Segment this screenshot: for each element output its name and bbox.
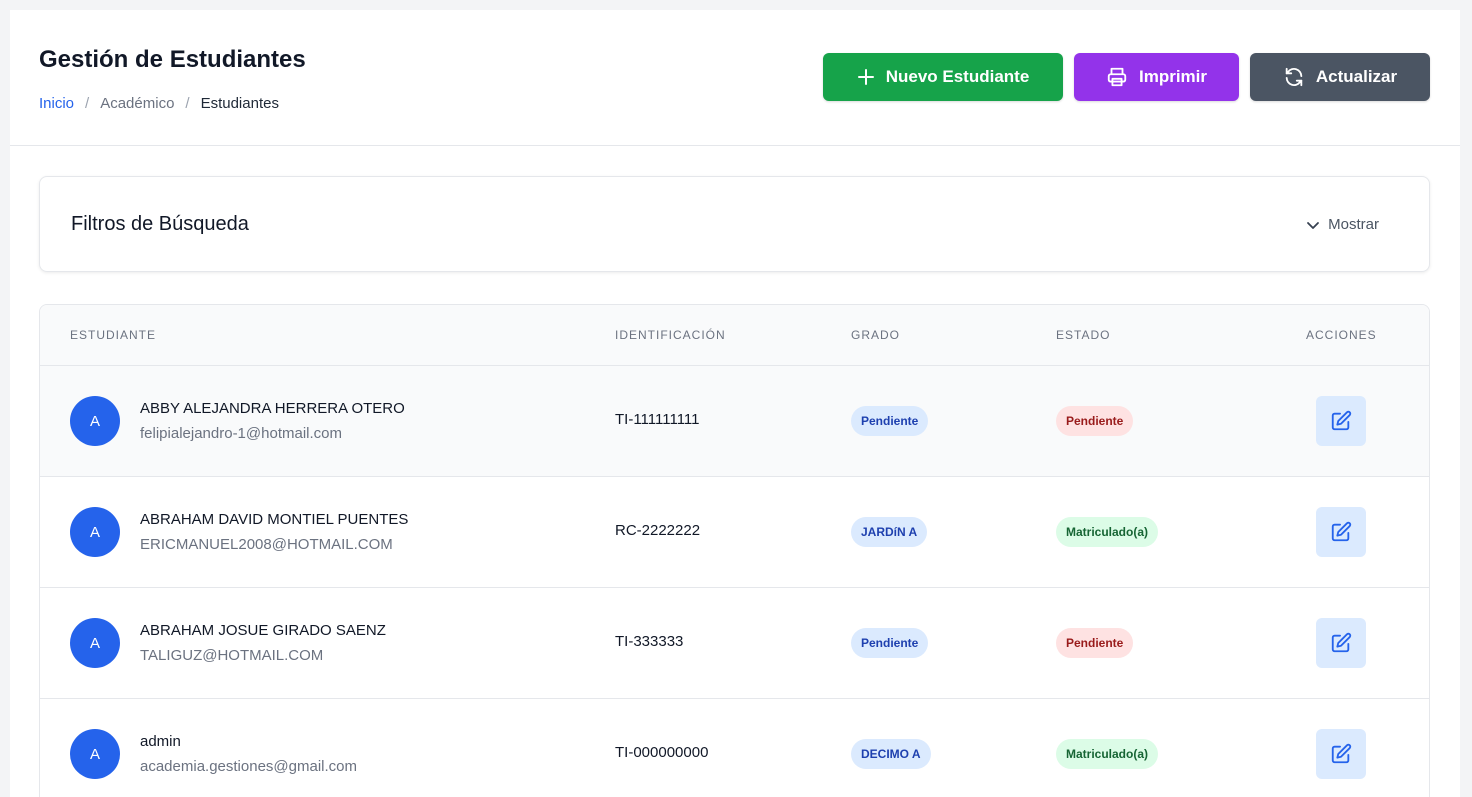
table-row[interactable]: A ABBY ALEJANDRA HERRERA OTERO felipiale… bbox=[40, 366, 1429, 477]
student-email: ERICMANUEL2008@HOTMAIL.COM bbox=[140, 536, 393, 553]
student-name: ABRAHAM JOSUE GIRADO SAENZ bbox=[140, 622, 386, 639]
student-name: admin bbox=[140, 733, 181, 750]
refresh-button[interactable]: Actualizar bbox=[1250, 53, 1430, 101]
new-student-button[interactable]: Nuevo Estudiante bbox=[823, 53, 1063, 101]
main-card: Gestión de Estudiantes Inicio / Académic… bbox=[10, 10, 1460, 797]
column-header-grado: GRADO bbox=[851, 328, 901, 342]
breadcrumb-current: Estudiantes bbox=[200, 95, 279, 112]
table-row[interactable]: A ABRAHAM JOSUE GIRADO SAENZ TALIGUZ@HOT… bbox=[40, 588, 1429, 699]
refresh-label: Actualizar bbox=[1315, 67, 1398, 86]
table-row[interactable]: A ABRAHAM DAVID MONTIEL PUENTES ERICMANU… bbox=[40, 477, 1429, 588]
grade-badge: Pendiente bbox=[851, 406, 929, 436]
column-header-acciones: ACCIONES bbox=[1306, 328, 1377, 342]
breadcrumb-separator: / bbox=[85, 95, 90, 112]
avatar: A bbox=[70, 618, 120, 668]
search-filters-panel: Filtros de Búsqueda Mostrar bbox=[39, 176, 1430, 272]
edit-icon bbox=[1331, 743, 1352, 764]
filters-title: Filtros de Búsqueda bbox=[71, 213, 249, 235]
new-student-label: Nuevo Estudiante bbox=[885, 67, 1030, 86]
print-button[interactable]: Imprimir bbox=[1074, 53, 1239, 101]
student-identification: TI-000000000 bbox=[615, 744, 709, 761]
student-identification: RC-2222222 bbox=[615, 522, 701, 539]
edit-button[interactable] bbox=[1316, 729, 1366, 779]
status-badge: Matriculado(a) bbox=[1056, 739, 1159, 769]
status-badge: Pendiente bbox=[1056, 628, 1134, 658]
avatar: A bbox=[70, 729, 120, 779]
column-header-estado: ESTADO bbox=[1056, 328, 1111, 342]
edit-icon bbox=[1331, 410, 1352, 431]
breadcrumb-link-inicio[interactable]: Inicio bbox=[39, 95, 74, 112]
student-name: ABBY ALEJANDRA HERRERA OTERO bbox=[140, 400, 405, 417]
column-header-estudiante: ESTUDIANTE bbox=[70, 328, 157, 342]
page-header: Gestión de Estudiantes Inicio / Académic… bbox=[10, 10, 1460, 146]
printer-icon bbox=[1107, 67, 1127, 87]
breadcrumb-item-academico: Académico bbox=[100, 95, 175, 112]
chevron-down-icon bbox=[1307, 221, 1320, 229]
student-email: felipialejandro-1@hotmail.com bbox=[140, 425, 342, 442]
student-identification: TI-111111111 bbox=[615, 411, 700, 428]
edit-icon bbox=[1331, 521, 1352, 542]
print-label: Imprimir bbox=[1138, 67, 1208, 86]
student-email: academia.gestiones@gmail.com bbox=[140, 758, 357, 775]
status-badge: Matriculado(a) bbox=[1056, 517, 1159, 547]
students-table: ESTUDIANTE IDENTIFICACIÓN GRADO ESTADO A… bbox=[39, 304, 1430, 797]
filters-toggle[interactable]: Mostrar bbox=[1306, 216, 1379, 233]
grade-badge: JARDíN A bbox=[851, 517, 928, 547]
edit-button[interactable] bbox=[1316, 507, 1366, 557]
status-badge: Pendiente bbox=[1056, 406, 1134, 436]
student-email: TALIGUZ@HOTMAIL.COM bbox=[140, 647, 324, 664]
grade-badge: DECIMO A bbox=[851, 739, 931, 769]
refresh-icon bbox=[1285, 67, 1303, 87]
filters-toggle-label: Mostrar bbox=[1328, 216, 1379, 233]
edit-button[interactable] bbox=[1316, 618, 1366, 668]
student-name: ABRAHAM DAVID MONTIEL PUENTES bbox=[140, 511, 409, 528]
edit-icon bbox=[1331, 632, 1352, 653]
avatar: A bbox=[70, 507, 120, 557]
grade-badge: Pendiente bbox=[851, 628, 929, 658]
page-title: Gestión de Estudiantes bbox=[39, 46, 306, 73]
table-header: ESTUDIANTE IDENTIFICACIÓN GRADO ESTADO A… bbox=[40, 305, 1429, 366]
breadcrumb: Inicio / Académico / Estudiantes bbox=[39, 95, 279, 112]
breadcrumb-separator: / bbox=[185, 95, 190, 112]
table-row[interactable]: A admin academia.gestiones@gmail.com TI-… bbox=[40, 699, 1429, 797]
student-identification: TI-333333 bbox=[615, 633, 684, 650]
edit-button[interactable] bbox=[1316, 396, 1366, 446]
column-header-identificacion: IDENTIFICACIÓN bbox=[615, 328, 726, 342]
plus-icon bbox=[857, 69, 874, 85]
avatar: A bbox=[70, 396, 120, 446]
